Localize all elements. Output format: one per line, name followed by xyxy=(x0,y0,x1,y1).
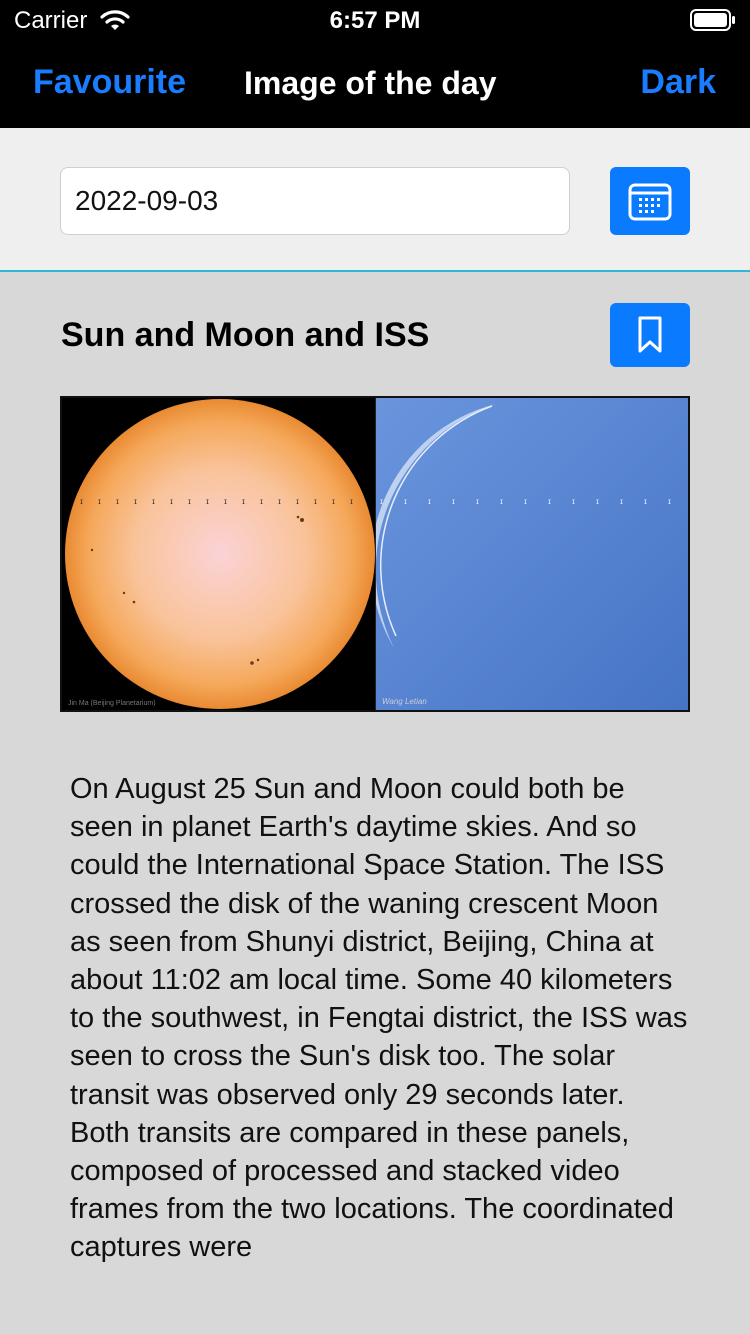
svg-text:ɪ: ɪ xyxy=(80,497,83,506)
navigation-bar: Favourite Image of the day Dark xyxy=(0,42,750,128)
svg-text:ɪ: ɪ xyxy=(596,497,599,506)
status-bar: Carrier 6:57 PM xyxy=(0,0,750,42)
sun-transit-panel: ɪ ɪ ɪ ɪ ɪ ɪ ɪ ɪ ɪ ɪ ɪ ɪ ɪ ɪ ɪ ɪ Jin Ma (Beijing Plan… xyxy=(62,398,375,710)
svg-text:ɪ: ɪ xyxy=(116,497,119,506)
bookmark-button[interactable] xyxy=(610,303,690,367)
svg-text:ɪ: ɪ xyxy=(500,497,503,506)
sun-illustration: ɪɪɪɪ ɪɪɪɪ ɪɪɪɪ ɪɪɪɪ xyxy=(65,399,375,709)
svg-text:ɪ: ɪ xyxy=(332,497,335,506)
svg-text:ɪ: ɪ xyxy=(278,497,281,506)
moon-illustration: ɪɪɪɪ ɪɪɪɪ ɪɪɪɪ ɪ xyxy=(376,398,688,710)
image-description: On August 25 Sun and Moon could both be … xyxy=(70,773,688,1264)
svg-text:ɪ: ɪ xyxy=(380,497,383,506)
svg-text:ɪ: ɪ xyxy=(98,497,101,506)
svg-text:ɪ: ɪ xyxy=(314,497,317,506)
apod-image: ɪ ɪ ɪ ɪ ɪ ɪ ɪ ɪ ɪ ɪ ɪ ɪ ɪ ɪ ɪ ɪ Jin Ma (Beijing Plan… xyxy=(60,396,690,712)
svg-text:ɪ: ɪ xyxy=(620,497,623,506)
svg-text:ɪ: ɪ xyxy=(644,497,647,506)
svg-text:ɪ: ɪ xyxy=(452,497,455,506)
dark-mode-button[interactable]: Dark xyxy=(640,63,716,102)
svg-text:ɪ: ɪ xyxy=(260,497,263,506)
svg-text:ɪ: ɪ xyxy=(476,497,479,506)
favourite-button[interactable]: Favourite xyxy=(33,63,186,102)
svg-text:ɪ: ɪ xyxy=(404,497,407,506)
date-picker-panel xyxy=(0,128,750,272)
calendar-button[interactable] xyxy=(610,167,690,235)
apod-content: Sun and Moon and ISS ɪ ɪ ɪ ɪ ɪ ɪ ɪ ɪ ɪ ɪ… xyxy=(0,272,750,1334)
svg-text:ɪ: ɪ xyxy=(296,497,299,506)
svg-text:ɪ: ɪ xyxy=(572,497,575,506)
moon-transit-panel: ɪ ɪ ɪ ɪ ɪ ɪ ɪ ɪ ɪ ɪ ɪ ɪ ɪ Wang Letian xyxy=(376,398,688,710)
svg-text:ɪ: ɪ xyxy=(134,497,137,506)
svg-text:ɪ: ɪ xyxy=(242,497,245,506)
image-credit-left: Jin Ma (Beijing Planetarium) xyxy=(68,700,156,707)
svg-text:ɪ: ɪ xyxy=(224,497,227,506)
svg-text:ɪ: ɪ xyxy=(206,497,209,506)
bookmark-icon xyxy=(638,316,662,353)
calendar-icon xyxy=(628,183,672,221)
clock-time: 6:57 PM xyxy=(329,7,421,34)
battery-icon xyxy=(690,9,735,31)
svg-text:ɪ: ɪ xyxy=(152,497,155,506)
svg-text:ɪ: ɪ xyxy=(668,497,671,506)
svg-text:ɪ: ɪ xyxy=(170,497,173,506)
svg-text:ɪ: ɪ xyxy=(548,497,551,506)
date-input[interactable] xyxy=(60,167,570,235)
svg-text:ɪ: ɪ xyxy=(428,497,431,506)
svg-text:ɪ: ɪ xyxy=(524,497,527,506)
image-credit-right: Wang Letian xyxy=(382,697,427,706)
svg-text:ɪ: ɪ xyxy=(188,497,191,506)
page-title: Image of the day xyxy=(244,65,497,101)
svg-text:ɪ: ɪ xyxy=(350,497,353,506)
image-title: Sun and Moon and ISS xyxy=(61,316,430,354)
